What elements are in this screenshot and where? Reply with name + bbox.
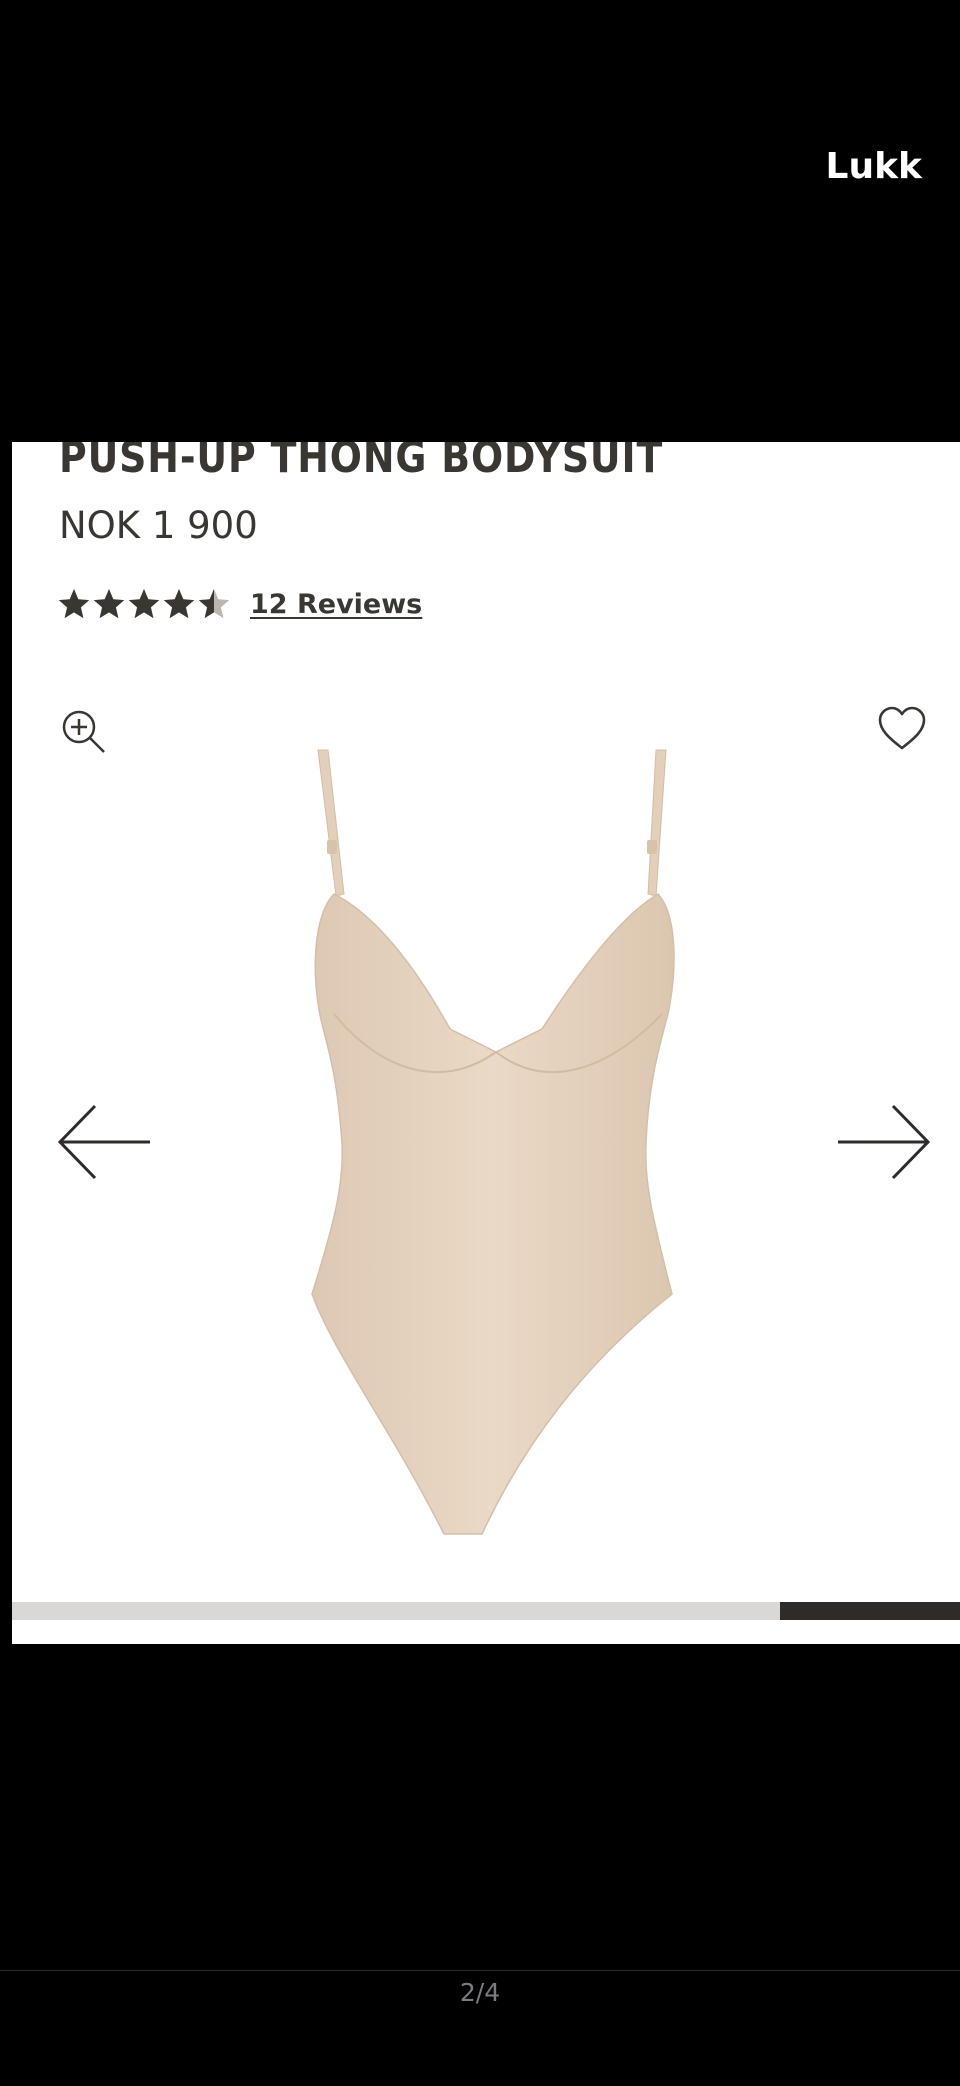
heart-icon[interactable] <box>877 706 927 752</box>
arrow-left-icon[interactable] <box>57 1102 153 1182</box>
star-rating <box>58 588 230 620</box>
star-icon <box>128 589 160 619</box>
image-progress-fill <box>779 1602 960 1620</box>
product-price: NOK 1 900 <box>59 504 258 547</box>
zoom-in-icon[interactable] <box>60 708 110 758</box>
rating-row: 12 Reviews <box>58 588 422 620</box>
arrow-right-icon[interactable] <box>835 1102 931 1182</box>
reviews-link[interactable]: 12 Reviews <box>250 589 422 620</box>
image-progress-track <box>12 1602 960 1620</box>
close-button[interactable]: Lukk <box>826 146 922 187</box>
star-icon <box>163 589 195 619</box>
star-icon <box>198 589 230 619</box>
footer-divider <box>0 1970 960 1971</box>
star-icon <box>58 589 90 619</box>
product-title: PUSH-UP THONG BODYSUIT <box>59 442 664 483</box>
product-image-card: PUSH-UP THONG BODYSUIT NOK 1 900 12 Revi… <box>12 442 960 1644</box>
star-icon <box>93 589 125 619</box>
product-image <box>311 749 675 1535</box>
image-counter: 2/4 <box>459 1978 501 2007</box>
